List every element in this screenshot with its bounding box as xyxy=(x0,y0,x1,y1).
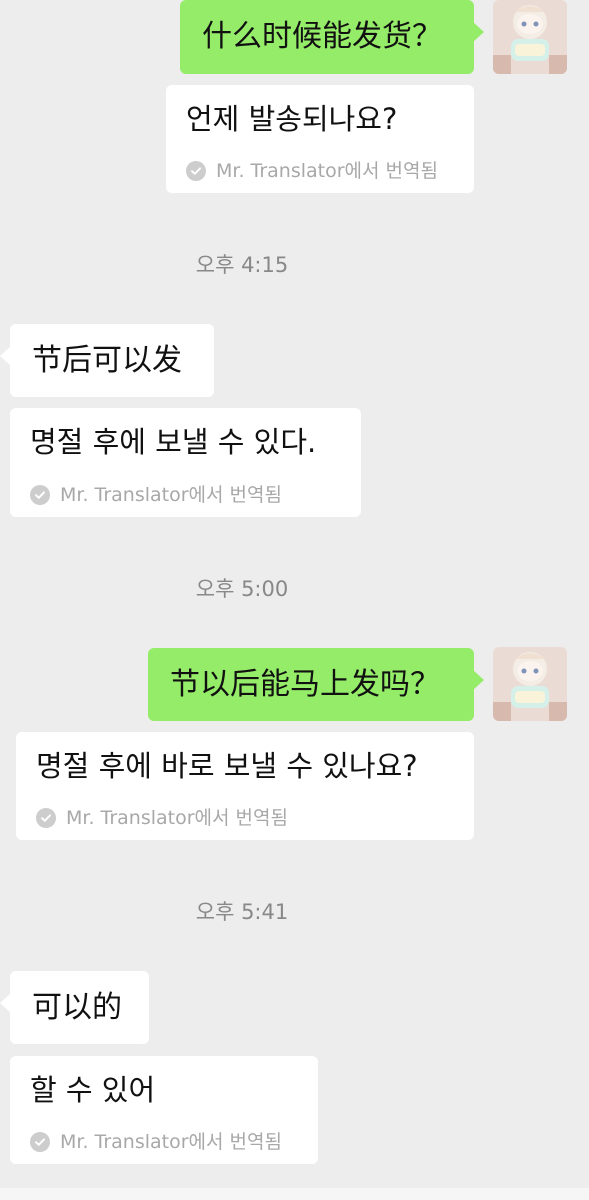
avatar-image xyxy=(493,0,567,74)
user-avatar[interactable] xyxy=(493,647,567,721)
avatar-image xyxy=(493,647,567,721)
message-text: 可以的 xyxy=(32,989,122,1025)
translated-text: 명절 후에 보낼 수 있다. xyxy=(30,425,317,459)
translated-text: 명절 후에 바로 보낼 수 있나요? xyxy=(36,749,418,783)
check-circle-icon xyxy=(186,161,206,181)
timestamp: 오후 4:15 xyxy=(195,253,289,277)
translation-card[interactable]: 명절 후에 바로 보낼 수 있나요? Mr. Translator에서 번역됨 xyxy=(16,732,474,840)
translation-source: Mr. Translator에서 번역됨 xyxy=(36,806,288,830)
translated-text: 할 수 있어 xyxy=(30,1073,156,1107)
bottom-edge xyxy=(0,1188,589,1200)
translation-note-text: Mr. Translator에서 번역됨 xyxy=(66,807,288,829)
outgoing-message-bubble[interactable]: 节以后能马上发吗？ xyxy=(148,648,484,721)
timestamp: 오후 5:41 xyxy=(195,900,289,924)
translation-card[interactable]: 명절 후에 보낼 수 있다. Mr. Translator에서 번역됨 xyxy=(10,408,361,517)
translation-card[interactable]: 언제 발송되나요? Mr. Translator에서 번역됨 xyxy=(166,85,474,193)
translation-note-text: Mr. Translator에서 번역됨 xyxy=(60,1131,282,1153)
message-text: 节后可以发 xyxy=(32,342,182,378)
check-circle-icon xyxy=(30,1132,50,1152)
check-circle-icon xyxy=(36,808,56,828)
translation-card[interactable]: 할 수 있어 Mr. Translator에서 번역됨 xyxy=(10,1056,318,1164)
message-text: 节以后能马上发吗？ xyxy=(170,666,440,702)
incoming-message-bubble[interactable]: 可以的 xyxy=(0,971,149,1044)
chat-conversation: 什么时候能发货？ 언제 발송되나요? Mr. Translator에서 번역됨 xyxy=(0,0,589,1200)
translated-text: 언제 발송되나요? xyxy=(186,102,398,136)
check-circle-icon xyxy=(30,485,50,505)
translation-source: Mr. Translator에서 번역됨 xyxy=(30,483,282,507)
timestamp: 오후 5:00 xyxy=(195,577,289,601)
translation-source: Mr. Translator에서 번역됨 xyxy=(186,159,438,183)
user-avatar[interactable] xyxy=(493,0,567,74)
message-text: 什么时候能发货？ xyxy=(202,19,442,54)
translation-source: Mr. Translator에서 번역됨 xyxy=(30,1130,282,1154)
translation-note-text: Mr. Translator에서 번역됨 xyxy=(216,160,438,182)
outgoing-message-bubble[interactable]: 什么时候能发货？ xyxy=(180,0,484,74)
incoming-message-bubble[interactable]: 节后可以发 xyxy=(0,324,214,397)
translation-note-text: Mr. Translator에서 번역됨 xyxy=(60,484,282,506)
